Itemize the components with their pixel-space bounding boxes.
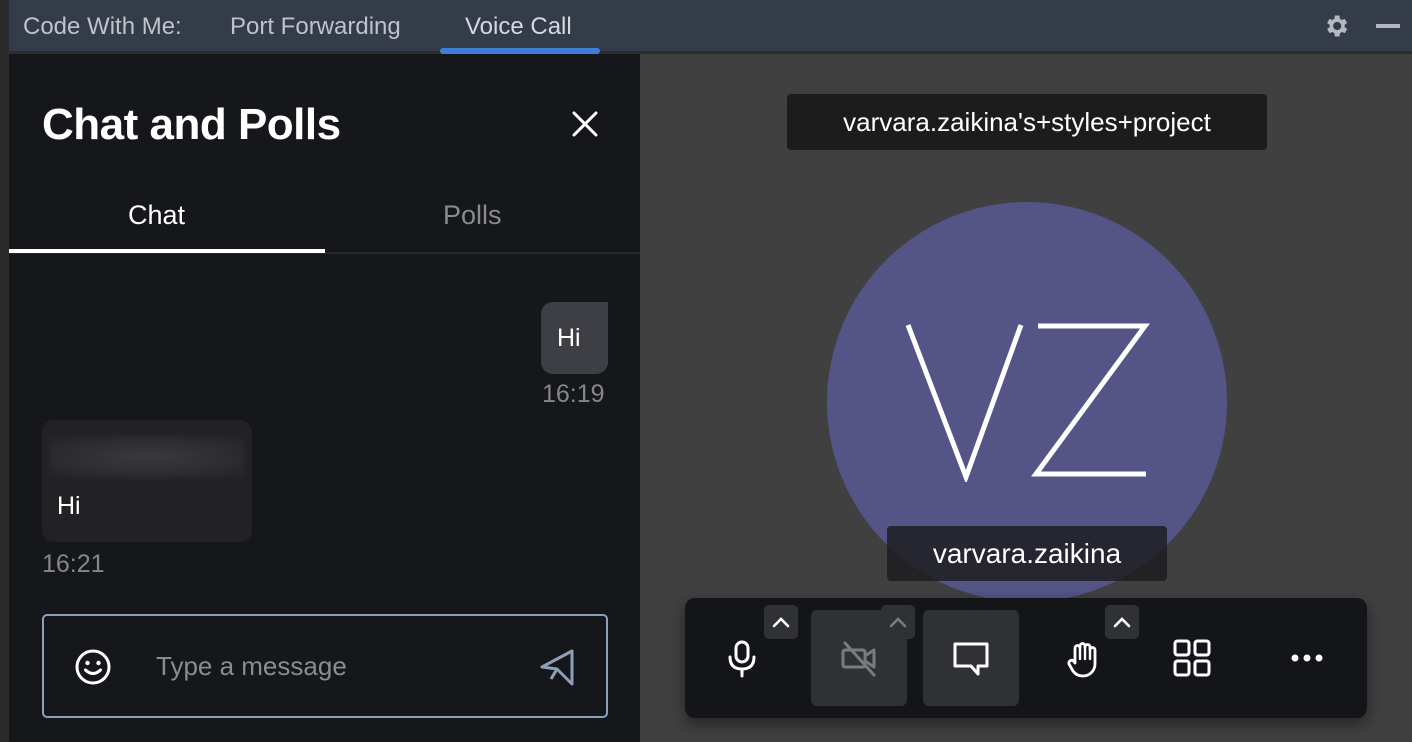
hand-icon <box>1067 642 1097 678</box>
message-composer <box>42 614 608 718</box>
raise-hand-options-button[interactable] <box>1105 605 1139 639</box>
grid-icon <box>1173 639 1211 677</box>
chat-toggle-button[interactable] <box>923 610 1019 706</box>
tile-view-button[interactable] <box>1144 610 1240 706</box>
camera-off-icon <box>841 641 876 677</box>
header-title: Code With Me: <box>23 13 182 40</box>
send-icon[interactable] <box>540 648 576 688</box>
chevron-up-icon <box>889 617 907 628</box>
active-tab-indicator <box>9 249 325 253</box>
sender-name-blurred <box>49 436 245 478</box>
chevron-up-icon <box>1113 617 1131 628</box>
close-icon[interactable] <box>569 108 601 140</box>
panel-title: Chat and Polls <box>42 100 341 149</box>
smiley-icon[interactable] <box>74 648 112 686</box>
gear-icon[interactable] <box>1322 12 1350 40</box>
room-name: varvara.zaikina's+styles+project <box>787 94 1267 150</box>
microphone-icon <box>728 640 756 678</box>
outgoing-message: Hi <box>541 302 608 374</box>
incoming-message: Hi <box>42 420 252 542</box>
message-text: Hi <box>557 324 581 352</box>
camera-options-button[interactable] <box>881 605 915 639</box>
message-text: Hi <box>57 492 81 520</box>
tab-chat[interactable]: Chat <box>128 200 185 231</box>
avatar-initials <box>905 323 1150 482</box>
minimize-icon[interactable] <box>1376 24 1400 28</box>
tool-window-header: Code With Me: Port Forwarding Voice Call <box>0 0 1412 742</box>
message-time: 16:21 <box>42 550 105 578</box>
chat-bubble-icon <box>953 642 989 676</box>
chat-tabs: Chat Polls <box>9 194 640 254</box>
participant-name: varvara.zaikina <box>887 526 1167 581</box>
window-edge <box>0 0 9 742</box>
tab-polls[interactable]: Polls <box>443 200 502 231</box>
tab-voice-call[interactable]: Voice Call <box>465 13 572 41</box>
microphone-options-button[interactable] <box>764 605 798 639</box>
message-time: 16:19 <box>542 380 605 408</box>
call-stage: varvara.zaikina's+styles+project varvara… <box>640 54 1412 742</box>
chat-panel: Chat and Polls Chat Polls Hi 16:19 Hi 16… <box>9 54 640 742</box>
call-toolbar <box>685 598 1367 718</box>
tab-port-forwarding[interactable]: Port Forwarding <box>230 13 401 41</box>
more-options-button[interactable] <box>1259 610 1355 706</box>
more-icon <box>1291 654 1323 662</box>
chevron-up-icon <box>772 617 790 628</box>
message-input[interactable] <box>156 646 516 686</box>
